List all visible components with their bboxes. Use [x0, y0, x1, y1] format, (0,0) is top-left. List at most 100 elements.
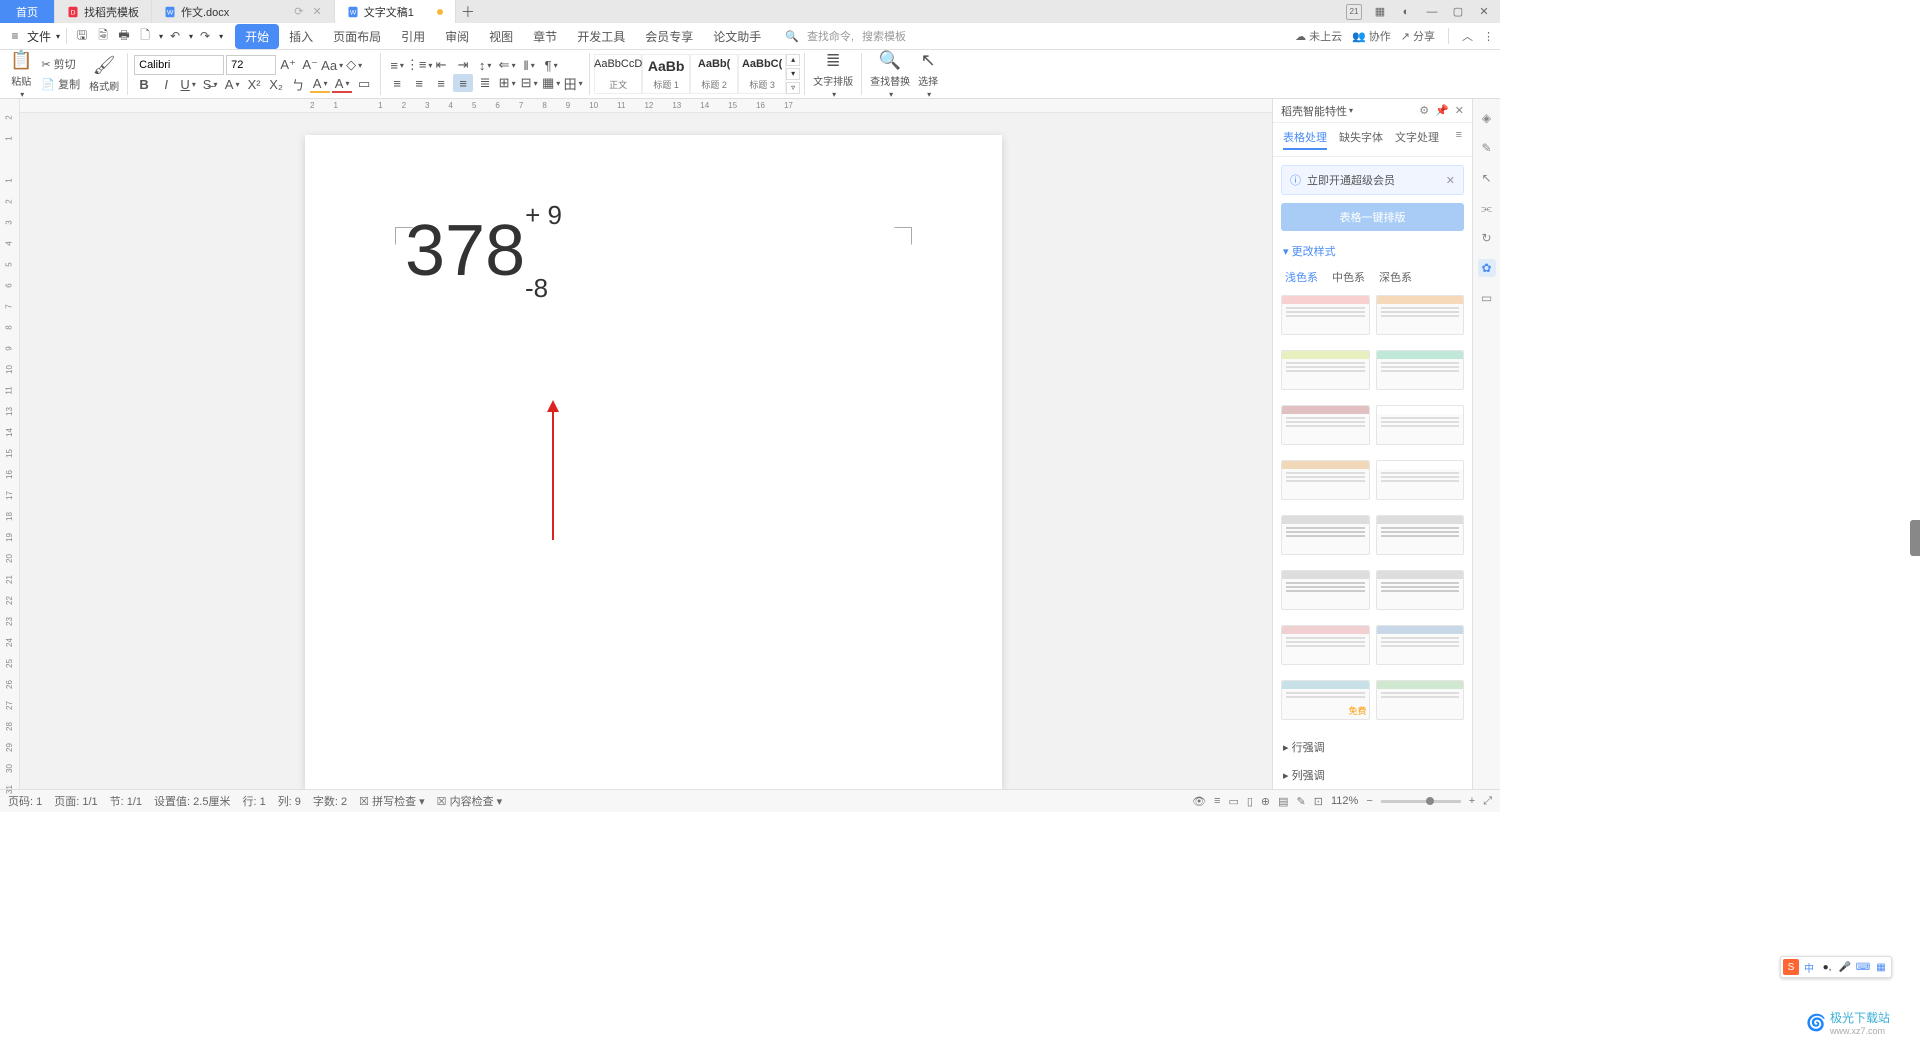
bullets-icon[interactable]: ≡▾: [387, 56, 407, 74]
minimize-button[interactable]: —: [1424, 4, 1440, 20]
book-icon[interactable]: ▭: [1478, 289, 1496, 307]
tab-left-icon[interactable]: ⇐▾: [497, 56, 517, 74]
save-icon[interactable]: 🖫: [73, 27, 91, 45]
increase-indent-icon[interactable]: ⇥: [453, 56, 473, 74]
style-h1[interactable]: AaBb标题 1: [642, 54, 690, 94]
menu-tab-paper[interactable]: 论文助手: [703, 24, 771, 49]
change-style-toggle[interactable]: ▾ 更改样式: [1273, 239, 1472, 263]
web-icon[interactable]: ⊕: [1261, 795, 1270, 808]
menu-tab-start[interactable]: 开始: [235, 24, 279, 49]
highlight-icon[interactable]: A▾: [310, 75, 330, 93]
clear-format-icon[interactable]: ◇▾: [344, 56, 364, 74]
cursor-icon[interactable]: ↖: [1478, 169, 1496, 187]
table-style-thumb[interactable]: [1376, 295, 1465, 335]
new-tab-button[interactable]: ＋: [456, 0, 480, 23]
status-page-num[interactable]: 页码: 1: [8, 793, 42, 809]
tab-doc1[interactable]: W 作文.docx ⟳ ✕: [152, 0, 335, 23]
tab-home[interactable]: 首页: [0, 0, 55, 23]
search-cmd-placeholder[interactable]: 查找命令,: [807, 28, 854, 44]
table-style-thumb[interactable]: [1281, 460, 1370, 500]
search-icon[interactable]: 🔍: [785, 30, 799, 43]
numbering-icon[interactable]: ⋮≡▾: [409, 56, 429, 74]
print-icon[interactable]: 🖶: [115, 27, 133, 45]
layout1-icon[interactable]: ≡: [1214, 795, 1220, 807]
document-area[interactable]: 378+ 9 -8: [20, 113, 1272, 789]
layout3-icon[interactable]: ▯: [1247, 795, 1253, 808]
line-spacing-icon[interactable]: ‖▾: [519, 56, 539, 74]
table-style-thumb[interactable]: [1281, 295, 1370, 335]
tab-close-icon[interactable]: ✕: [313, 5, 322, 18]
layout2-icon[interactable]: ▭: [1228, 795, 1238, 808]
text-effect-icon[interactable]: A▾: [222, 75, 242, 93]
menu-tab-insert[interactable]: 插入: [279, 24, 323, 49]
decrease-indent-icon[interactable]: ⇤: [431, 56, 451, 74]
border-icon[interactable]: 田▾: [563, 74, 583, 92]
select-button[interactable]: ↖选择▾: [914, 48, 942, 101]
ime-punct[interactable]: ●,: [1819, 959, 1835, 975]
pencil-icon[interactable]: ✎: [1478, 139, 1496, 157]
align-right-icon[interactable]: ≡: [431, 74, 451, 92]
style-scroll[interactable]: ▴▾▿: [786, 54, 800, 94]
shrink-font-icon[interactable]: A⁻: [300, 56, 320, 74]
table-style-thumb[interactable]: [1376, 570, 1465, 610]
close-button[interactable]: ✕: [1476, 4, 1492, 20]
zoom-in-icon[interactable]: +: [1469, 795, 1475, 807]
print-preview-icon[interactable]: 🗟: [94, 27, 112, 45]
ime-bar[interactable]: S 中 ●, 🎤 ⌨ ▦: [1780, 956, 1892, 978]
underline-icon[interactable]: U▾: [178, 75, 198, 93]
strikethrough-icon[interactable]: S̶▾: [200, 75, 220, 93]
share-button[interactable]: ↗ 分享: [1401, 28, 1435, 44]
status-words[interactable]: 字数: 2: [313, 793, 347, 809]
show-marks-icon[interactable]: ¶▾: [541, 56, 561, 74]
table-style-thumb[interactable]: [1281, 625, 1370, 665]
scroll-handle[interactable]: [1910, 520, 1920, 556]
table-style-thumb[interactable]: 免费: [1281, 680, 1370, 720]
table-style-thumb[interactable]: [1376, 460, 1465, 500]
typeset-button[interactable]: ≣文字排版▾: [809, 48, 857, 101]
style-h3[interactable]: AaBbC(标题 3: [738, 54, 786, 94]
link-icon[interactable]: ⫘: [1478, 199, 1496, 217]
subscript-icon[interactable]: X₂: [266, 75, 286, 93]
pin-icon[interactable]: 📌: [1435, 104, 1449, 117]
table-style-thumb[interactable]: [1281, 570, 1370, 610]
fit-icon[interactable]: ⊡: [1314, 795, 1323, 808]
col-emphasis-toggle[interactable]: ▸ 列强调: [1273, 761, 1472, 789]
cloud-status[interactable]: ☁ 未上云: [1295, 28, 1342, 44]
undo-icon[interactable]: ↶: [166, 27, 184, 45]
align-left-icon[interactable]: ≡: [387, 74, 407, 92]
panel-tab-table[interactable]: 表格处理: [1283, 129, 1327, 150]
menu-tab-layout[interactable]: 页面布局: [323, 24, 391, 49]
copy-button[interactable]: 📄 复制: [38, 74, 83, 94]
ime-grid-icon[interactable]: ▦: [1873, 959, 1889, 975]
panel-tab-text[interactable]: 文字处理: [1395, 129, 1439, 150]
bold-icon[interactable]: B: [134, 75, 154, 93]
more-icon[interactable]: ⋮: [1483, 30, 1494, 43]
hamburger-icon[interactable]: ≡: [6, 27, 24, 45]
status-spell[interactable]: ☒ 拼写检查 ▾: [359, 793, 425, 809]
eye-icon[interactable]: 👁: [1192, 795, 1206, 808]
table-style-thumb[interactable]: [1376, 680, 1465, 720]
info-close-icon[interactable]: ✕: [1446, 174, 1455, 187]
zoom-out-icon[interactable]: −: [1366, 795, 1372, 807]
color-tab-dark[interactable]: 深色系: [1379, 269, 1412, 285]
align-justify-icon[interactable]: ≡: [453, 74, 473, 92]
status-content[interactable]: ☒ 内容检查 ▾: [437, 793, 503, 809]
zoom-level[interactable]: 112%: [1331, 795, 1358, 807]
cut-button[interactable]: ✂ 剪切: [38, 54, 83, 74]
search-tpl-placeholder[interactable]: 搜索模板: [862, 28, 906, 44]
size-select[interactable]: [226, 55, 276, 75]
maximize-button[interactable]: ▢: [1450, 4, 1466, 20]
paste-button[interactable]: 📋粘贴▾: [6, 48, 36, 101]
color-tab-mid[interactable]: 中色系: [1332, 269, 1365, 285]
shading-icon[interactable]: ▦▾: [541, 74, 561, 92]
diamond-icon[interactable]: ◈: [1478, 109, 1496, 127]
expand-icon[interactable]: ⤢: [1483, 795, 1492, 808]
file-menu[interactable]: 文件: [27, 28, 51, 45]
edit-icon[interactable]: ✎: [1297, 795, 1306, 808]
status-page[interactable]: 页面: 1/1: [54, 793, 97, 809]
tab-doc2[interactable]: W 文字文稿1: [335, 0, 456, 23]
panel-tab-font[interactable]: 缺失字体: [1339, 129, 1383, 150]
table-style-thumb[interactable]: [1376, 625, 1465, 665]
ime-lang[interactable]: 中: [1801, 959, 1817, 975]
italic-icon[interactable]: I: [156, 75, 176, 93]
